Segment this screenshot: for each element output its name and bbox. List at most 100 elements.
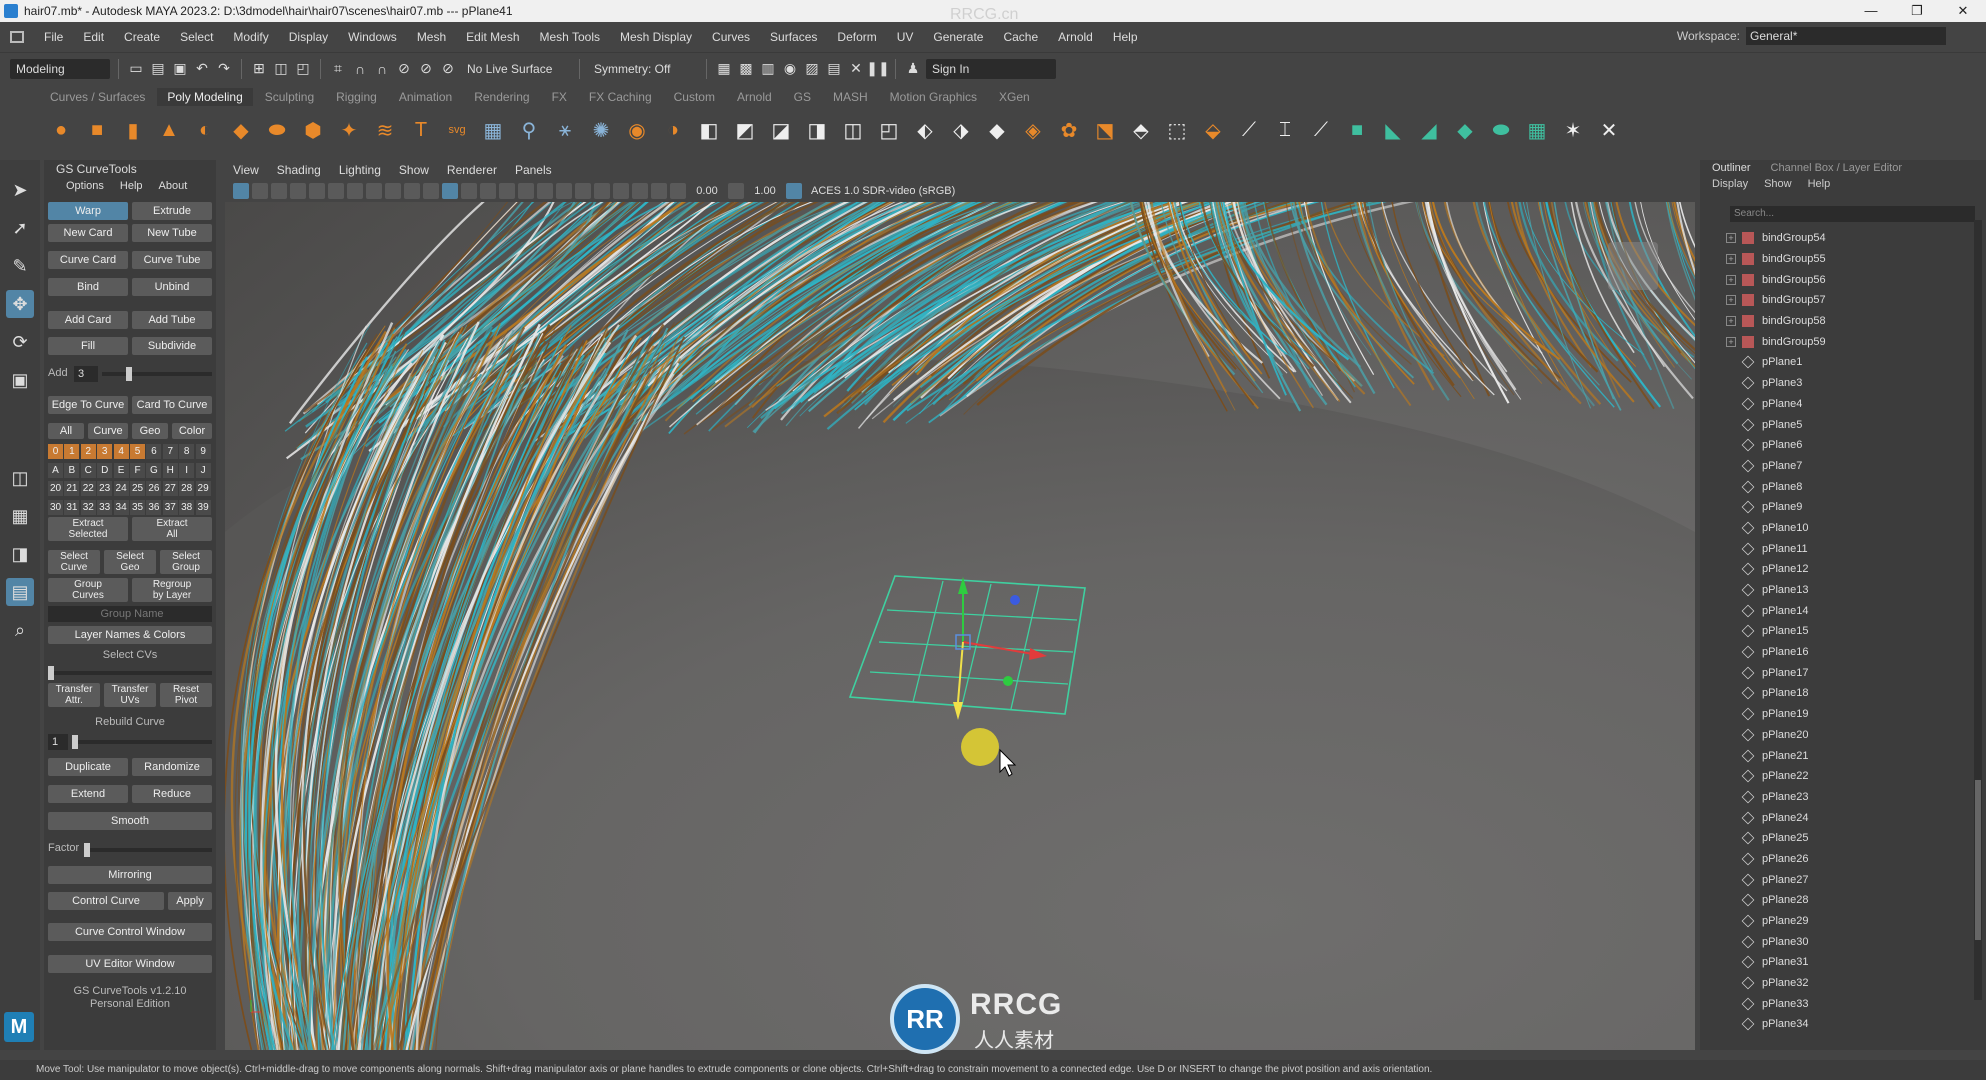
3d-viewport[interactable] bbox=[225, 202, 1695, 1050]
viewport-menu-renderer[interactable]: Renderer bbox=[447, 163, 497, 177]
target-weld-icon[interactable]: ⟋ bbox=[1306, 115, 1336, 145]
new-card-button[interactable]: New Card bbox=[48, 224, 128, 242]
symmetry-dropdown[interactable]: Symmetry: Off bbox=[588, 59, 698, 79]
outliner-item-pPlane1[interactable]: pPlane1 bbox=[1700, 352, 1970, 373]
layer-cell[interactable]: 33 bbox=[97, 499, 113, 515]
transfer-attr-button[interactable]: Transfer Attr. bbox=[48, 683, 100, 707]
layer-cell[interactable]: 2 bbox=[80, 444, 96, 459]
poly-torus-icon[interactable]: ◐ bbox=[190, 115, 220, 145]
gs-menu-help[interactable]: Help bbox=[120, 180, 143, 192]
layer-cell[interactable]: 35 bbox=[130, 499, 145, 515]
close-button[interactable]: ✕ bbox=[1940, 0, 1986, 22]
open-scene-icon[interactable]: ▤ bbox=[149, 60, 167, 78]
expand-icon[interactable]: + bbox=[1726, 274, 1736, 285]
multi-cut-icon[interactable]: ⟋ bbox=[1234, 115, 1264, 145]
shelf-tab-mash[interactable]: MASH bbox=[823, 88, 878, 106]
collapse-icon[interactable]: ⬔ bbox=[1090, 115, 1120, 145]
menu-edit[interactable]: Edit bbox=[73, 30, 114, 44]
outliner-item-bindGroup59[interactable]: + bindGroup59 bbox=[1700, 331, 1970, 352]
shelf-tab-rendering[interactable]: Rendering bbox=[464, 88, 539, 106]
uv-auto-icon[interactable]: ▦ bbox=[1522, 115, 1552, 145]
extract-all-button[interactable]: Extract All bbox=[132, 517, 212, 541]
expand-icon[interactable]: + bbox=[1726, 316, 1736, 327]
platonic-icon[interactable]: ⬢ bbox=[298, 115, 328, 145]
layout-single-icon[interactable]: ◫ bbox=[6, 464, 34, 492]
bind-button[interactable]: Bind bbox=[48, 278, 128, 296]
xray-active-icon[interactable] bbox=[651, 183, 667, 199]
outliner-item-pPlane21[interactable]: pPlane21 bbox=[1700, 745, 1970, 766]
outliner-item-pPlane6[interactable]: pPlane6 bbox=[1700, 435, 1970, 456]
shelf-tab-sculpting[interactable]: Sculpting bbox=[255, 88, 324, 106]
factor-slider[interactable] bbox=[84, 843, 212, 857]
view-cube-icon[interactable] bbox=[1608, 242, 1658, 290]
redo-icon[interactable]: ↷ bbox=[215, 60, 233, 78]
menu-mesh-tools[interactable]: Mesh Tools bbox=[530, 30, 610, 44]
mesh-grid-icon[interactable]: ▦ bbox=[478, 115, 508, 145]
circularize-icon[interactable]: ✿ bbox=[1054, 115, 1084, 145]
search-icon[interactable]: ⌕ bbox=[6, 616, 34, 644]
tab-outliner[interactable]: Outliner bbox=[1712, 162, 1751, 174]
render-tools-icon[interactable]: ✕ bbox=[847, 60, 865, 78]
save-scene-icon[interactable]: ▣ bbox=[171, 60, 189, 78]
layer-cell[interactable]: G bbox=[146, 462, 162, 478]
connect-icon[interactable]: ⬘ bbox=[1126, 115, 1156, 145]
field-chart-icon[interactable] bbox=[385, 183, 401, 199]
camera-select-icon[interactable] bbox=[233, 183, 249, 199]
extrude-icon[interactable]: ◧ bbox=[694, 115, 724, 145]
layer-cell[interactable]: 29 bbox=[195, 481, 211, 496]
wireframe-icon[interactable] bbox=[423, 183, 439, 199]
new-scene-icon[interactable]: ▭ bbox=[127, 60, 145, 78]
outliner-item-pPlane14[interactable]: pPlane14 bbox=[1700, 600, 1970, 621]
outliner-item-pPlane34[interactable]: pPlane34 bbox=[1700, 1014, 1970, 1035]
combine-icon[interactable]: ⚲ bbox=[514, 115, 544, 145]
outliner-item-bindGroup54[interactable]: + bindGroup54 bbox=[1700, 228, 1970, 249]
layer-cell[interactable]: J bbox=[195, 462, 211, 478]
exposure-field[interactable]: 0.00 bbox=[689, 185, 725, 197]
menu-help[interactable]: Help bbox=[1103, 30, 1148, 44]
smooth-icon[interactable]: ✺ bbox=[586, 115, 616, 145]
gamma-icon[interactable] bbox=[728, 183, 744, 199]
poly-plane-icon[interactable]: ◆ bbox=[226, 115, 256, 145]
layer-cell[interactable]: 23 bbox=[97, 481, 113, 496]
layer-cell[interactable]: 25 bbox=[130, 481, 145, 496]
poke-icon[interactable]: ◆ bbox=[982, 115, 1012, 145]
filter-all-button[interactable]: All bbox=[48, 423, 84, 439]
outliner-item-pPlane10[interactable]: pPlane10 bbox=[1700, 518, 1970, 539]
layer-cell[interactable]: 9 bbox=[195, 444, 211, 459]
bridge-icon[interactable]: ◩ bbox=[730, 115, 760, 145]
xray-joints-icon[interactable] bbox=[632, 183, 648, 199]
depth-of-field-icon[interactable] bbox=[575, 183, 591, 199]
mode-dropdown[interactable]: Modeling bbox=[10, 58, 110, 79]
viewport-menu-view[interactable]: View bbox=[233, 163, 259, 177]
outliner-menu-display[interactable]: Display bbox=[1712, 178, 1748, 190]
poly-disc-icon[interactable]: ⬬ bbox=[262, 115, 292, 145]
add-tube-button[interactable]: Add Tube bbox=[132, 311, 212, 329]
layer-cell[interactable]: 22 bbox=[80, 481, 96, 496]
filter-geo-button[interactable]: Geo bbox=[132, 423, 168, 439]
layer-cell[interactable]: 39 bbox=[195, 499, 211, 515]
layer-cell[interactable]: 38 bbox=[179, 499, 195, 515]
uv-planar-icon[interactable]: ⬬ bbox=[1486, 115, 1516, 145]
new-tube-button[interactable]: New Tube bbox=[132, 224, 212, 242]
outliner-item-bindGroup56[interactable]: + bindGroup56 bbox=[1700, 269, 1970, 290]
move-tool-icon[interactable]: ✥ bbox=[6, 290, 34, 318]
layer-cell[interactable]: 4 bbox=[113, 444, 129, 459]
layer-cell[interactable]: 36 bbox=[146, 499, 162, 515]
bookmark-icon[interactable] bbox=[271, 183, 287, 199]
smooth-button[interactable]: Smooth bbox=[48, 812, 212, 830]
outliner-item-pPlane5[interactable]: pPlane5 bbox=[1700, 414, 1970, 435]
uv-editor-window-button[interactable]: UV Editor Window bbox=[48, 955, 212, 973]
outliner-item-pPlane17[interactable]: pPlane17 bbox=[1700, 662, 1970, 683]
select-hierarchy-icon[interactable]: ⊞ bbox=[250, 60, 268, 78]
layer-cell[interactable]: F bbox=[130, 462, 145, 478]
select-curve-button[interactable]: Select Curve bbox=[48, 550, 100, 574]
bevel-edge-icon[interactable]: ⬖ bbox=[910, 115, 940, 145]
shadows-icon[interactable] bbox=[518, 183, 534, 199]
menu-surfaces[interactable]: Surfaces bbox=[760, 30, 827, 44]
outliner-item-pPlane31[interactable]: pPlane31 bbox=[1700, 952, 1970, 973]
antialiasing-icon[interactable] bbox=[556, 183, 572, 199]
layer-cell[interactable]: 30 bbox=[48, 499, 63, 515]
textured-icon[interactable] bbox=[480, 183, 496, 199]
outliner-item-pPlane19[interactable]: pPlane19 bbox=[1700, 704, 1970, 725]
snap-view-icon[interactable]: ⊘ bbox=[395, 60, 413, 78]
